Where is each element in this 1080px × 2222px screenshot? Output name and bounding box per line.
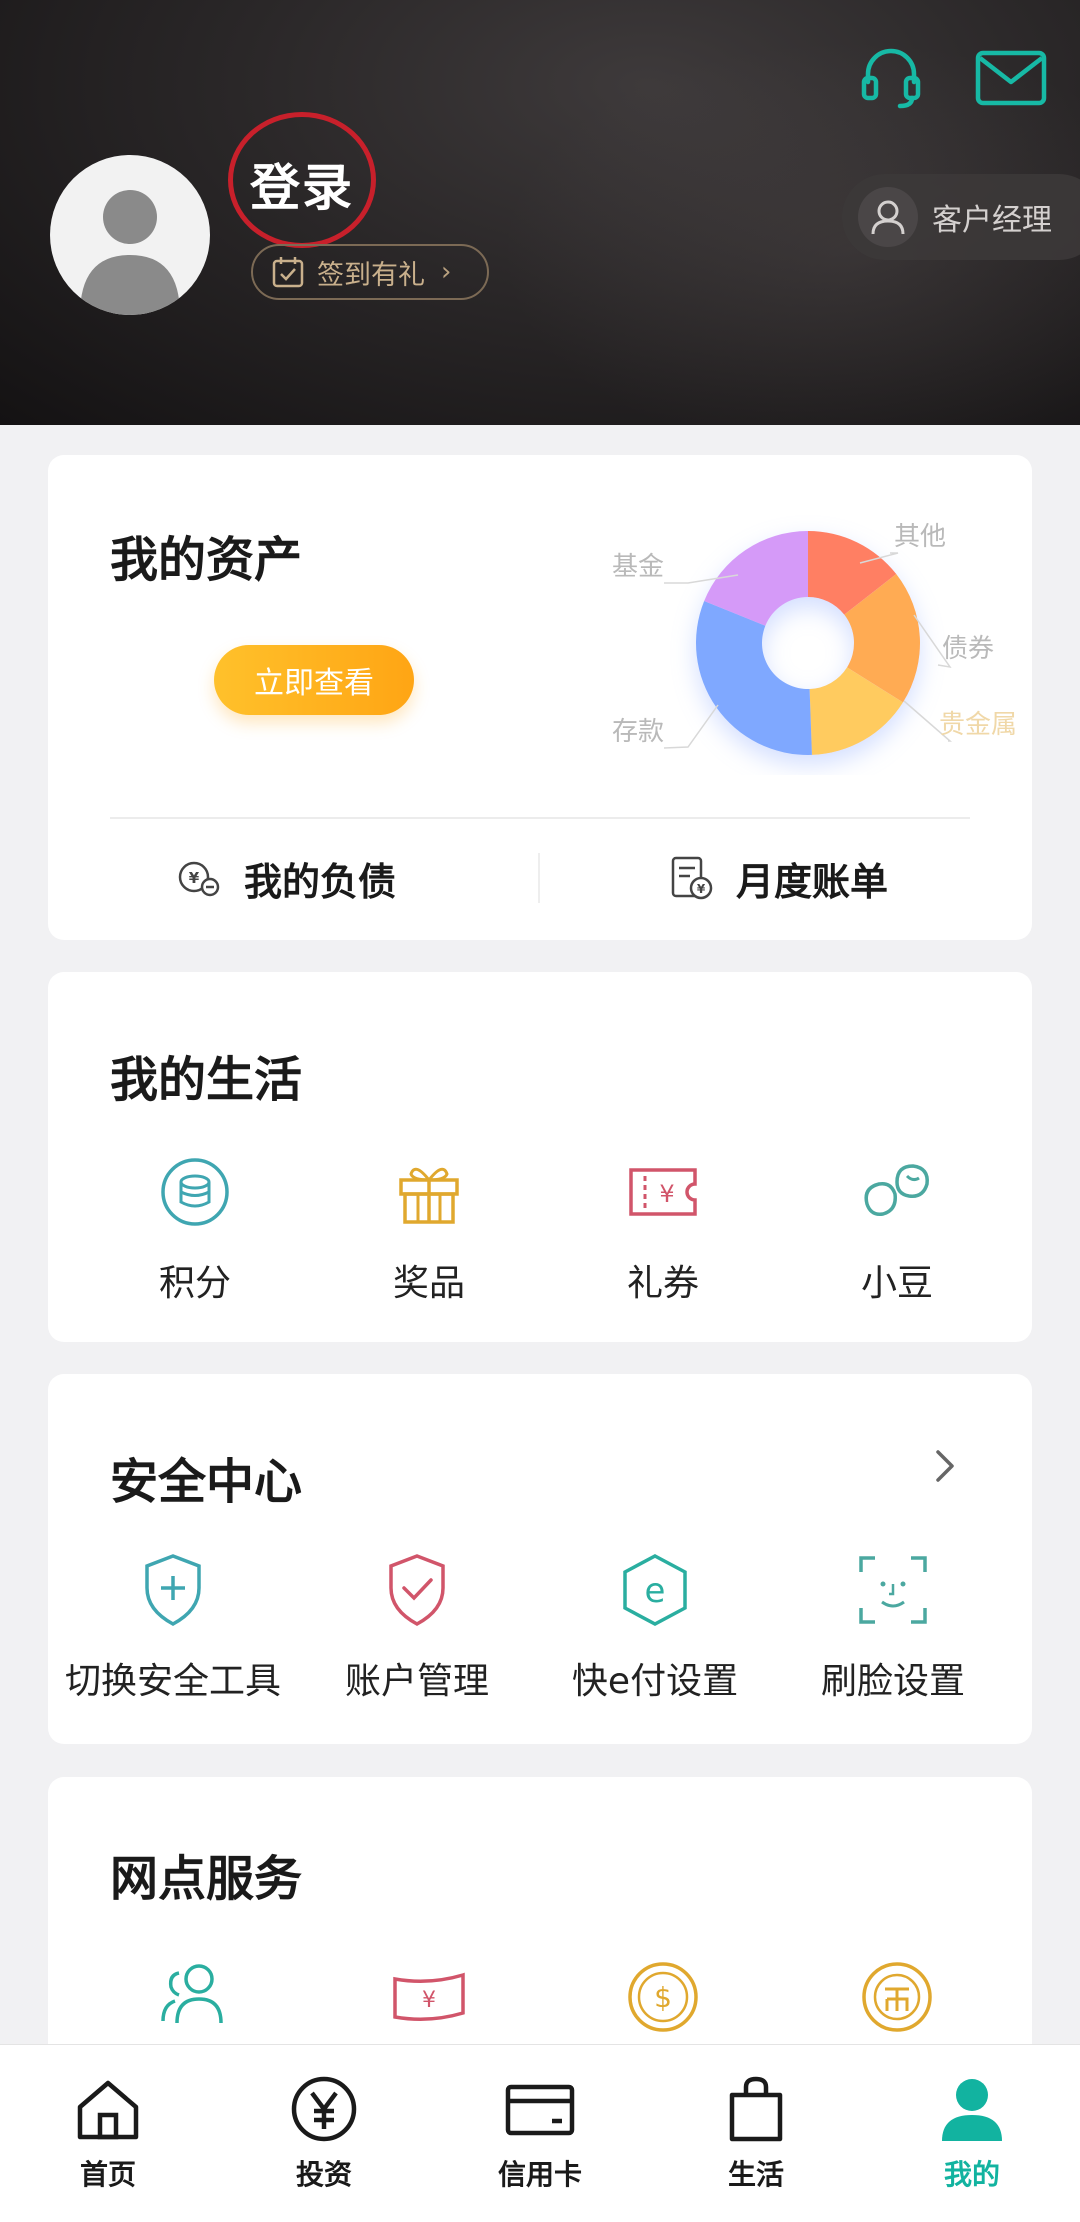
tab-mine-label: 我的 xyxy=(943,2158,1000,2191)
calendar-check-icon xyxy=(272,257,304,288)
chart-label-4: 存款 xyxy=(612,717,664,747)
svg-text:¥: ¥ xyxy=(189,869,200,887)
face-settings-label: 刷脸设置 xyxy=(820,1661,965,1702)
my-life-card: 我的生活 积分 奖品 ¥ 礼券 小豆 xyxy=(48,972,1032,1342)
tab-mine[interactable]: 我的 xyxy=(864,2045,1080,2222)
my-assets-title: 我的资产 xyxy=(110,532,303,588)
login-button[interactable]: 登录 xyxy=(250,148,354,220)
quick-e-pay-settings-item[interactable]: e 快e付设置 xyxy=(536,1550,774,1704)
view-now-button[interactable]: 立即查看 xyxy=(214,645,414,715)
monthly-bill-label: 月度账单 xyxy=(736,859,889,904)
prizes-item[interactable]: 奖品 xyxy=(312,1152,546,1306)
banknote-icon: ¥ xyxy=(393,1972,465,2021)
person-outline-icon xyxy=(858,187,918,247)
default-avatar-icon xyxy=(80,190,180,315)
home-icon xyxy=(77,2080,139,2140)
dollar-coin-icon: $ xyxy=(628,1962,698,2032)
tab-home[interactable]: 首页 xyxy=(0,2045,216,2222)
divider xyxy=(110,817,970,819)
divider-vertical xyxy=(538,853,540,903)
person-icon xyxy=(942,2079,1002,2141)
shopping-bag-icon xyxy=(729,2076,783,2142)
quick-e-pay-settings-label: 快e付设置 xyxy=(571,1661,739,1702)
tab-home-label: 首页 xyxy=(79,2158,136,2191)
life-grid: 积分 奖品 ¥ 礼券 小豆 xyxy=(78,1152,1062,1306)
signin-gift-button[interactable]: 签到有礼 › xyxy=(251,244,489,300)
points-coin-icon xyxy=(161,1158,229,1226)
svg-text:e: e xyxy=(645,1571,666,1611)
tab-invest-label: 投资 xyxy=(295,2158,352,2191)
security-center-card: 安全中心 切换安全工具 账户管理 e 快e付设置 刷脸设置 xyxy=(48,1374,1032,1744)
tab-credit-card[interactable]: 信用卡 xyxy=(432,2045,648,2222)
tab-life-label: 生活 xyxy=(727,2158,784,2191)
tab-life[interactable]: 生活 xyxy=(648,2045,864,2222)
svg-text:¥: ¥ xyxy=(422,1988,436,2013)
outlet-services-card: 网点服务 ¥ $ xyxy=(48,1777,1032,2077)
chart-label-5: 基金 xyxy=(612,552,664,582)
chevron-right-icon: › xyxy=(441,257,452,287)
svg-text:¥: ¥ xyxy=(697,882,706,896)
monthly-bill-icon: ¥ xyxy=(671,856,713,900)
beans-item[interactable]: 小豆 xyxy=(780,1152,1014,1306)
my-debt-link[interactable]: ¥ 我的负债 xyxy=(176,847,396,909)
profile-header: 登录 签到有礼 › 客户经理 xyxy=(0,0,1080,425)
security-center-title: 安全中心 xyxy=(110,1454,303,1510)
account-shield-icon xyxy=(389,1554,445,1626)
signin-label: 签到有礼 xyxy=(317,259,425,291)
coupons-label: 礼券 xyxy=(626,1263,699,1304)
my-debt-label: 我的负债 xyxy=(244,859,397,904)
debt-coin-icon: ¥ xyxy=(178,861,220,897)
asset-distribution-chart[interactable]: 其他债券贵金属 存款 基金 xyxy=(568,505,1028,775)
e-pay-icon: e xyxy=(623,1554,687,1626)
credit-card-icon xyxy=(505,2084,575,2136)
security-grid: 切换安全工具 账户管理 e 快e付设置 刷脸设置 xyxy=(48,1550,1032,1704)
outlet-currency-item[interactable] xyxy=(780,1957,1014,2037)
chart-slice-4 xyxy=(696,601,812,755)
outlet-grid: ¥ $ xyxy=(78,1957,1062,2037)
chevron-right-icon[interactable] xyxy=(930,1446,960,1486)
mail-icon[interactable] xyxy=(975,50,1047,106)
people-icon xyxy=(161,1964,223,2024)
tab-invest[interactable]: 投资 xyxy=(216,2045,432,2222)
account-management-item[interactable]: 账户管理 xyxy=(298,1550,536,1704)
switch-security-tool-item[interactable]: 切换安全工具 xyxy=(48,1550,298,1704)
face-settings-item[interactable]: 刷脸设置 xyxy=(774,1550,1012,1704)
bottom-tab-bar: 首页 投资 信用卡 生活 我的 xyxy=(0,2044,1080,2222)
headset-icon[interactable] xyxy=(858,44,924,110)
coupons-item[interactable]: ¥ 礼券 xyxy=(546,1152,780,1306)
account-management-label: 账户管理 xyxy=(344,1661,489,1702)
svg-text:$: $ xyxy=(654,1981,672,2014)
avatar[interactable] xyxy=(50,155,210,315)
switch-security-tool-label: 切换安全工具 xyxy=(64,1661,281,1702)
beans-icon xyxy=(864,1164,929,1217)
switch-shield-icon xyxy=(145,1554,201,1626)
tab-credit-card-label: 信用卡 xyxy=(497,2158,582,2191)
monthly-bill-link[interactable]: ¥ 月度账单 xyxy=(668,847,888,909)
outlet-services-title: 网点服务 xyxy=(110,1851,303,1907)
beans-label: 小豆 xyxy=(860,1263,933,1304)
chart-leader-line-4 xyxy=(663,704,719,749)
outlet-banknote-item[interactable]: ¥ xyxy=(312,1957,546,2037)
outlet-dollar-item[interactable]: $ xyxy=(546,1957,780,2037)
points-item[interactable]: 积分 xyxy=(78,1152,312,1306)
coupon-icon: ¥ xyxy=(629,1168,697,1216)
chart-label-3: 贵金属 xyxy=(939,710,1017,740)
yen-circle-icon xyxy=(291,2076,357,2142)
my-assets-card: 我的资产 立即查看 其他债券贵金属 存款 基金 ¥ 我的负债 ¥ 月度账单 xyxy=(48,455,1032,940)
account-manager-button[interactable]: 客户经理 xyxy=(842,174,1080,260)
svg-text:¥: ¥ xyxy=(659,1180,674,1208)
points-label: 积分 xyxy=(158,1263,231,1304)
chart-label-2: 债券 xyxy=(942,634,994,664)
face-scan-icon xyxy=(859,1556,927,1624)
prizes-label: 奖品 xyxy=(392,1263,465,1304)
outlet-people-item[interactable] xyxy=(78,1957,312,2037)
currency-coin-icon xyxy=(862,1962,932,2032)
gift-icon xyxy=(399,1167,459,1224)
account-manager-label: 客户经理 xyxy=(932,203,1052,238)
my-life-title: 我的生活 xyxy=(110,1052,303,1108)
chart-label-1: 其他 xyxy=(894,522,946,552)
